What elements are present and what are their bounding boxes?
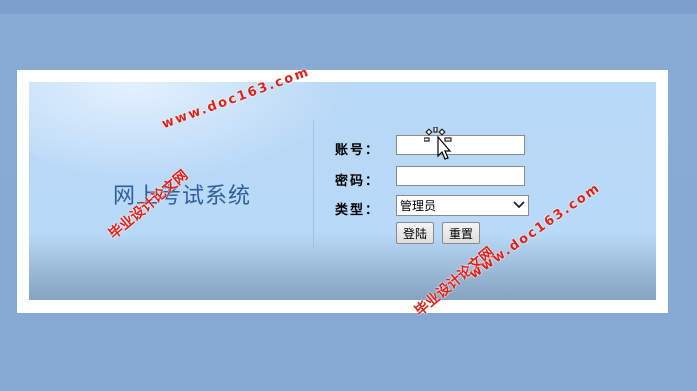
- type-select[interactable]: 管理员: [396, 195, 529, 216]
- type-select-value: 管理员: [400, 199, 437, 213]
- account-input[interactable]: [396, 135, 525, 155]
- panel-highlight: [29, 82, 349, 182]
- password-label: 密码：: [335, 174, 381, 189]
- reset-button[interactable]: 重置: [442, 222, 480, 244]
- busy-pointer-icon: [423, 126, 456, 165]
- type-label: 类型：: [335, 203, 381, 218]
- top-strip: [0, 0, 697, 14]
- account-label: 账号：: [335, 143, 381, 158]
- login-frame: 网上考试系统 账号： 密码： 类型： 管理员 登陆 重置: [17, 70, 668, 313]
- login-button[interactable]: 登陆: [396, 222, 434, 244]
- panel-bottom-band: [29, 237, 656, 300]
- panel-divider: [313, 120, 314, 248]
- chevron-down-icon: [513, 199, 525, 212]
- password-input[interactable]: [396, 166, 525, 186]
- login-panel: 网上考试系统 账号： 密码： 类型： 管理员 登陆 重置: [29, 82, 656, 300]
